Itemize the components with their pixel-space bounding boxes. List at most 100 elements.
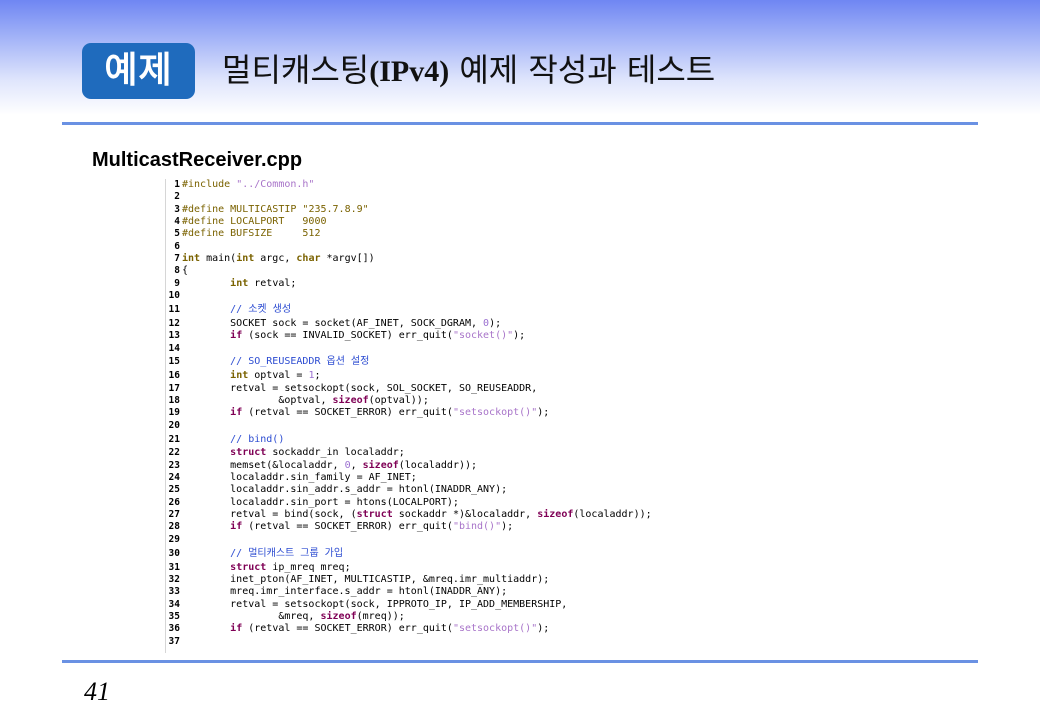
code-text: &mreq, sizeof(mreq)); — [182, 610, 405, 622]
code-line: 17 retval = setsockopt(sock, SOL_SOCKET,… — [166, 382, 538, 395]
line-number: 19 — [168, 407, 180, 419]
code-text: // SO_REUSEADDR 옵션 설정 — [182, 356, 370, 368]
code-text: int main(int argc, char *argv[]) — [182, 253, 375, 265]
code-line: 6 — [166, 241, 180, 253]
line-number: 22 — [168, 447, 180, 459]
code-line: 2 — [166, 191, 180, 203]
page-title: 멀티캐스팅(IPv4) 예제 작성과 테스트 — [222, 46, 715, 94]
line-number: 21 — [168, 433, 180, 445]
line-number: 8 — [174, 265, 180, 277]
line-number: 34 — [168, 598, 180, 610]
code-line: 21 // bind() — [166, 433, 285, 446]
line-number: 4 — [174, 216, 180, 228]
line-number: 16 — [168, 370, 180, 382]
line-number: 6 — [174, 240, 180, 252]
line-number: 32 — [168, 573, 180, 585]
line-number: 27 — [168, 509, 180, 521]
code-line: 33 mreq.imr_interface.s_addr = htonl(INA… — [166, 586, 508, 598]
code-text: mreq.imr_interface.s_addr = htonl(INADDR… — [182, 586, 508, 598]
code-line: 31 struct ip_mreq mreq; — [166, 561, 351, 574]
top-divider — [62, 122, 978, 125]
code-text: &optval, sizeof(optval)); — [182, 394, 429, 406]
code-line: 23 memset(&localaddr, 0, sizeof(localadd… — [166, 459, 478, 472]
code-line: 9 int retval; — [166, 278, 296, 290]
code-line: 5 #define BUFSIZE 512 — [166, 228, 320, 240]
page-number: 41 — [84, 677, 110, 706]
code-text: if (retval == SOCKET_ERROR) err_quit("se… — [230, 623, 550, 635]
code-text: inet_pton(AF_INET, MULTICASTIP, &mreq.im… — [182, 573, 550, 585]
code-line: 24 localaddr.sin_family = AF_INET; — [166, 472, 417, 484]
code-text: { — [182, 265, 189, 277]
code-line: 7 int main(int argc, char *argv[]) — [166, 253, 374, 265]
line-number: 31 — [168, 561, 180, 573]
code-text: localaddr.sin_addr.s_addr = htonl(INADDR… — [182, 484, 508, 496]
code-text: retval = setsockopt(sock, IPPROTO_IP, IP… — [182, 598, 568, 610]
code-text: retval = bind(sock, (struct sockaddr *)&… — [182, 509, 652, 521]
line-number: 17 — [168, 382, 180, 394]
code-line: 20 — [166, 420, 180, 432]
line-number: 13 — [168, 330, 180, 342]
line-number: 12 — [168, 317, 180, 329]
title-tech: (IPv4) — [369, 55, 450, 88]
code-text: localaddr.sin_port = htons(LOCALPORT); — [182, 496, 459, 508]
code-text: if (sock == INVALID_SOCKET) err_quit("so… — [230, 330, 526, 342]
code-line: 11 // 소켓 생성 — [166, 304, 292, 316]
code-line: 29 — [166, 534, 180, 546]
code-line: 34 retval = setsockopt(sock, IPPROTO_IP,… — [166, 598, 568, 611]
code-text: if (retval == SOCKET_ERROR) err_quit("bi… — [230, 521, 514, 533]
code-text: int optval = 1; — [230, 370, 321, 382]
code-text: memset(&localaddr, 0, sizeof(localaddr))… — [182, 459, 478, 471]
bottom-divider — [62, 660, 978, 663]
line-number: 2 — [174, 191, 180, 203]
line-number: 28 — [168, 521, 180, 533]
file-name: MulticastReceiver.cpp — [92, 149, 303, 171]
code-text: SOCKET sock = socket(AF_INET, SOCK_DGRAM… — [182, 317, 502, 329]
line-number: 7 — [174, 253, 180, 265]
line-number: 26 — [168, 496, 180, 508]
code-listing: 1 #include "../Common.h" 2 3 #define MULTICA… — [165, 179, 686, 653]
code-line: 16 int optval = 1; — [166, 370, 321, 382]
line-number: 10 — [168, 290, 180, 302]
code-text: #include "../Common.h" — [182, 179, 315, 190]
code-line: 4 #define LOCALPORT 9000 — [166, 216, 326, 228]
code-line: 8{ — [166, 265, 188, 277]
line-number: 18 — [168, 394, 180, 406]
code-line: 30 // 멀티캐스트 그룹 가입 — [166, 547, 344, 560]
line-number: 29 — [168, 533, 180, 545]
example-badge: 예제 — [82, 43, 195, 99]
line-number: 25 — [168, 484, 180, 496]
code-line: 35 &mreq, sizeof(mreq)); — [166, 610, 405, 623]
line-number: 15 — [168, 356, 180, 368]
code-line: 27 retval = bind(sock, (struct sockaddr … — [166, 509, 652, 521]
code-text: if (retval == SOCKET_ERROR) err_quit("se… — [230, 407, 550, 419]
code-text: retval = setsockopt(sock, SOL_SOCKET, SO… — [182, 382, 538, 394]
code-line: 36 if (retval == SOCKET_ERROR) err_quit(… — [166, 623, 550, 635]
code-line: 12 SOCKET sock = socket(AF_INET, SOCK_DG… — [166, 317, 502, 330]
code-text: int retval; — [230, 277, 297, 289]
code-line: 1 #include "../Common.h" — [166, 179, 314, 191]
line-number: 30 — [168, 547, 180, 559]
code-text: // 소켓 생성 — [182, 304, 292, 315]
code-line: 15 // SO_REUSEADDR 옵션 설정 — [166, 356, 370, 368]
line-number: 1 — [174, 179, 180, 190]
code-line: 13 if (sock == INVALID_SOCKET) err_quit(… — [166, 330, 526, 342]
line-number: 3 — [174, 203, 180, 215]
code-text: #define LOCALPORT 9000 — [182, 216, 327, 228]
code-line: 25 localaddr.sin_addr.s_addr = htonl(INA… — [166, 484, 508, 496]
code-text: struct ip_mreq mreq; — [230, 561, 351, 573]
code-line: 37 — [166, 636, 180, 648]
code-line: 22 struct sockaddr_in localaddr; — [166, 447, 405, 459]
line-number: 24 — [168, 472, 180, 484]
code-line: 18 &optval, sizeof(optval)); — [166, 394, 429, 407]
code-text: // 멀티캐스트 그룹 가입 — [182, 547, 344, 559]
code-line: 28 if (retval == SOCKET_ERROR) err_quit(… — [166, 521, 514, 533]
line-number: 23 — [168, 459, 180, 471]
code-line: 3 #define MULTICASTIP "235.7.8.9" — [166, 203, 368, 216]
line-number: 36 — [168, 623, 180, 635]
line-number: 14 — [168, 342, 180, 354]
code-line: 19 if (retval == SOCKET_ERROR) err_quit(… — [166, 407, 550, 419]
title-prefix: 멀티캐스팅 — [222, 51, 370, 89]
line-number: 20 — [168, 419, 180, 431]
code-text: #define BUFSIZE 512 — [182, 228, 321, 240]
line-number: 35 — [168, 610, 180, 622]
